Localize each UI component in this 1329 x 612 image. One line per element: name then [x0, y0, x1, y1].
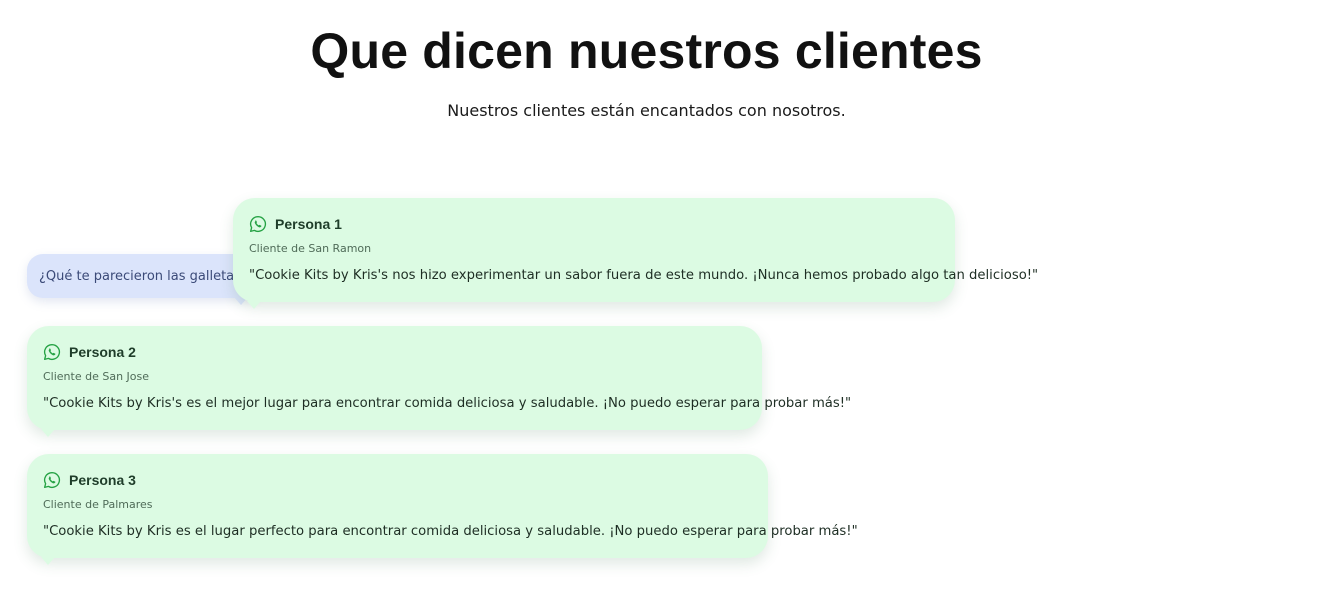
testimonial-location: Cliente de San Ramon: [249, 242, 372, 255]
question-bubble: ¿Qué te parecieron las galletas?: [27, 254, 260, 305]
testimonial-name: Persona 3: [69, 472, 136, 488]
testimonial-header: Persona 1: [249, 214, 939, 234]
whatsapp-icon: [43, 471, 61, 489]
page-subtitle: Nuestros clientes están encantados con n…: [447, 101, 846, 120]
testimonial-location: Cliente de Palmares: [43, 498, 153, 511]
testimonial-quote: "Cookie Kits by Kris's nos hizo experime…: [249, 268, 1039, 283]
testimonial-quote: "Cookie Kits by Kris es el lugar perfect…: [43, 524, 858, 539]
question-text: ¿Qué te parecieron las galletas?: [39, 268, 248, 284]
page-title: Que dicen nuestros clientes: [310, 23, 983, 79]
testimonial-name: Persona 1: [275, 216, 342, 232]
testimonial-card-1: Persona 1 Cliente de San Ramon "Cookie K…: [233, 198, 1039, 309]
testimonial-header: Persona 3: [43, 470, 752, 490]
testimonial-card-2: Persona 2 Cliente de San Jose "Cookie Ki…: [27, 326, 852, 437]
testimonial-header: Persona 2: [43, 342, 746, 362]
testimonial-name: Persona 2: [69, 344, 136, 360]
testimonial-location: Cliente de San Jose: [43, 370, 150, 383]
testimonials-section: Que dicen nuestros clientes Nuestros cli…: [0, 0, 1329, 612]
whatsapp-icon: [43, 343, 61, 361]
whatsapp-icon: [249, 215, 267, 233]
testimonial-quote: "Cookie Kits by Kris's es el mejor lugar…: [43, 396, 852, 411]
testimonial-card-3: Persona 3 Cliente de Palmares "Cookie Ki…: [27, 454, 858, 565]
